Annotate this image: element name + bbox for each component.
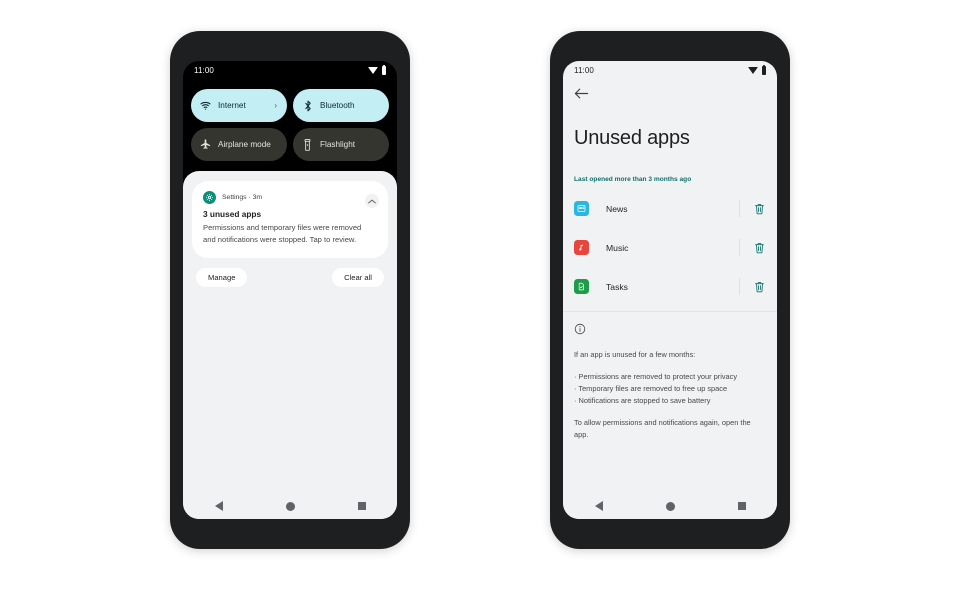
battery-icon [382, 64, 386, 75]
back-icon[interactable] [594, 501, 603, 511]
qs-tile-internet[interactable]: Internet › [191, 89, 287, 122]
toolbar [563, 80, 777, 105]
qs-tile-airplane-mode[interactable]: Airplane mode [191, 128, 287, 161]
app-name: News [606, 203, 628, 214]
notification-card-unused-apps[interactable]: Settings · 3m 3 unused apps Permissions … [192, 181, 388, 258]
shade-action-row: Manage Clear all [192, 267, 388, 287]
back-icon[interactable] [214, 501, 223, 511]
notification-shade: Settings · 3m 3 unused apps Permissions … [183, 171, 397, 519]
unused-apps-list: News Music Tasks [563, 189, 777, 306]
battery-icon [762, 64, 766, 75]
app-name: Tasks [606, 281, 628, 292]
row-divider [739, 239, 740, 256]
app-row-tasks[interactable]: Tasks [563, 267, 777, 306]
phone-device-right: 11:00 Unused apps Last opened more than … [550, 31, 790, 549]
unused-apps-screen: 11:00 Unused apps Last opened more than … [563, 61, 777, 519]
status-bar-time: 11:00 [574, 66, 594, 75]
row-divider [739, 200, 740, 217]
info-intro: If an app is unused for a few months: [574, 350, 696, 359]
status-bar-right: 11:00 [563, 61, 777, 80]
app-row-news[interactable]: News [563, 189, 777, 228]
airplane-icon [200, 139, 211, 150]
qs-tile-flashlight[interactable]: Flashlight [293, 128, 389, 161]
status-bar-icons [748, 64, 766, 75]
wifi-icon [368, 67, 378, 74]
qs-tile-bluetooth[interactable]: Bluetooth [293, 89, 389, 122]
settings-gear-icon [203, 191, 216, 204]
phone-screen-left: 11:00 Internet › Bluetooth Airplane mode… [183, 61, 397, 519]
qs-tile-label: Bluetooth [320, 101, 355, 110]
quick-settings-grid: Internet › Bluetooth Airplane mode Flash… [191, 89, 389, 161]
row-divider [739, 278, 740, 295]
flashlight-icon [302, 138, 313, 151]
navigation-bar-right [563, 493, 777, 519]
navigation-bar-left [183, 493, 397, 519]
status-bar-icons [368, 64, 386, 75]
phone-screen-right: 11:00 Unused apps Last opened more than … [563, 61, 777, 519]
manage-button[interactable]: Manage [196, 267, 248, 287]
back-arrow-icon[interactable] [574, 87, 589, 104]
list-subheader: Last opened more than 3 months ago [574, 176, 692, 183]
bluetooth-icon [302, 100, 313, 112]
trash-icon[interactable] [753, 280, 766, 293]
clear-all-button[interactable]: Clear all [332, 267, 384, 287]
info-footer: To allow permissions and notifications a… [574, 417, 751, 439]
notification-body: Permissions and temporary files were rem… [203, 223, 362, 244]
phone-device-left: 11:00 Internet › Bluetooth Airplane mode… [170, 31, 410, 549]
trash-icon[interactable] [753, 202, 766, 215]
music-app-icon [574, 240, 589, 255]
home-icon[interactable] [665, 501, 675, 511]
wifi-icon [200, 101, 211, 110]
notification-header: Settings · 3m [203, 191, 377, 204]
wifi-icon [748, 67, 758, 74]
status-bar-left: 11:00 [183, 61, 397, 80]
status-bar-time: 11:00 [194, 66, 214, 75]
home-icon[interactable] [285, 501, 295, 511]
recents-icon[interactable] [357, 502, 366, 510]
qs-tile-label: Internet [218, 101, 246, 110]
app-name: Music [606, 242, 629, 253]
info-bullets: · Permissions are removed to protect you… [574, 371, 738, 405]
recents-icon[interactable] [737, 502, 746, 510]
qs-tile-label: Flashlight [320, 140, 356, 149]
qs-tile-label: Airplane mode [218, 140, 271, 149]
trash-icon[interactable] [753, 241, 766, 254]
app-row-music[interactable]: Music [563, 228, 777, 267]
page-title: Unused apps [574, 127, 690, 149]
news-app-icon [574, 201, 589, 216]
chevron-right-icon[interactable]: › [274, 101, 278, 110]
notification-title: 3 unused apps [203, 209, 262, 219]
quick-settings-panel: Internet › Bluetooth Airplane mode Flash… [183, 80, 397, 171]
info-circle-icon [574, 322, 766, 340]
tasks-app-icon [574, 279, 589, 294]
chevron-up-icon[interactable] [365, 194, 379, 208]
info-section: If an app is unused for a few months: · … [563, 312, 777, 441]
notification-app-line: Settings · 3m [222, 194, 263, 201]
